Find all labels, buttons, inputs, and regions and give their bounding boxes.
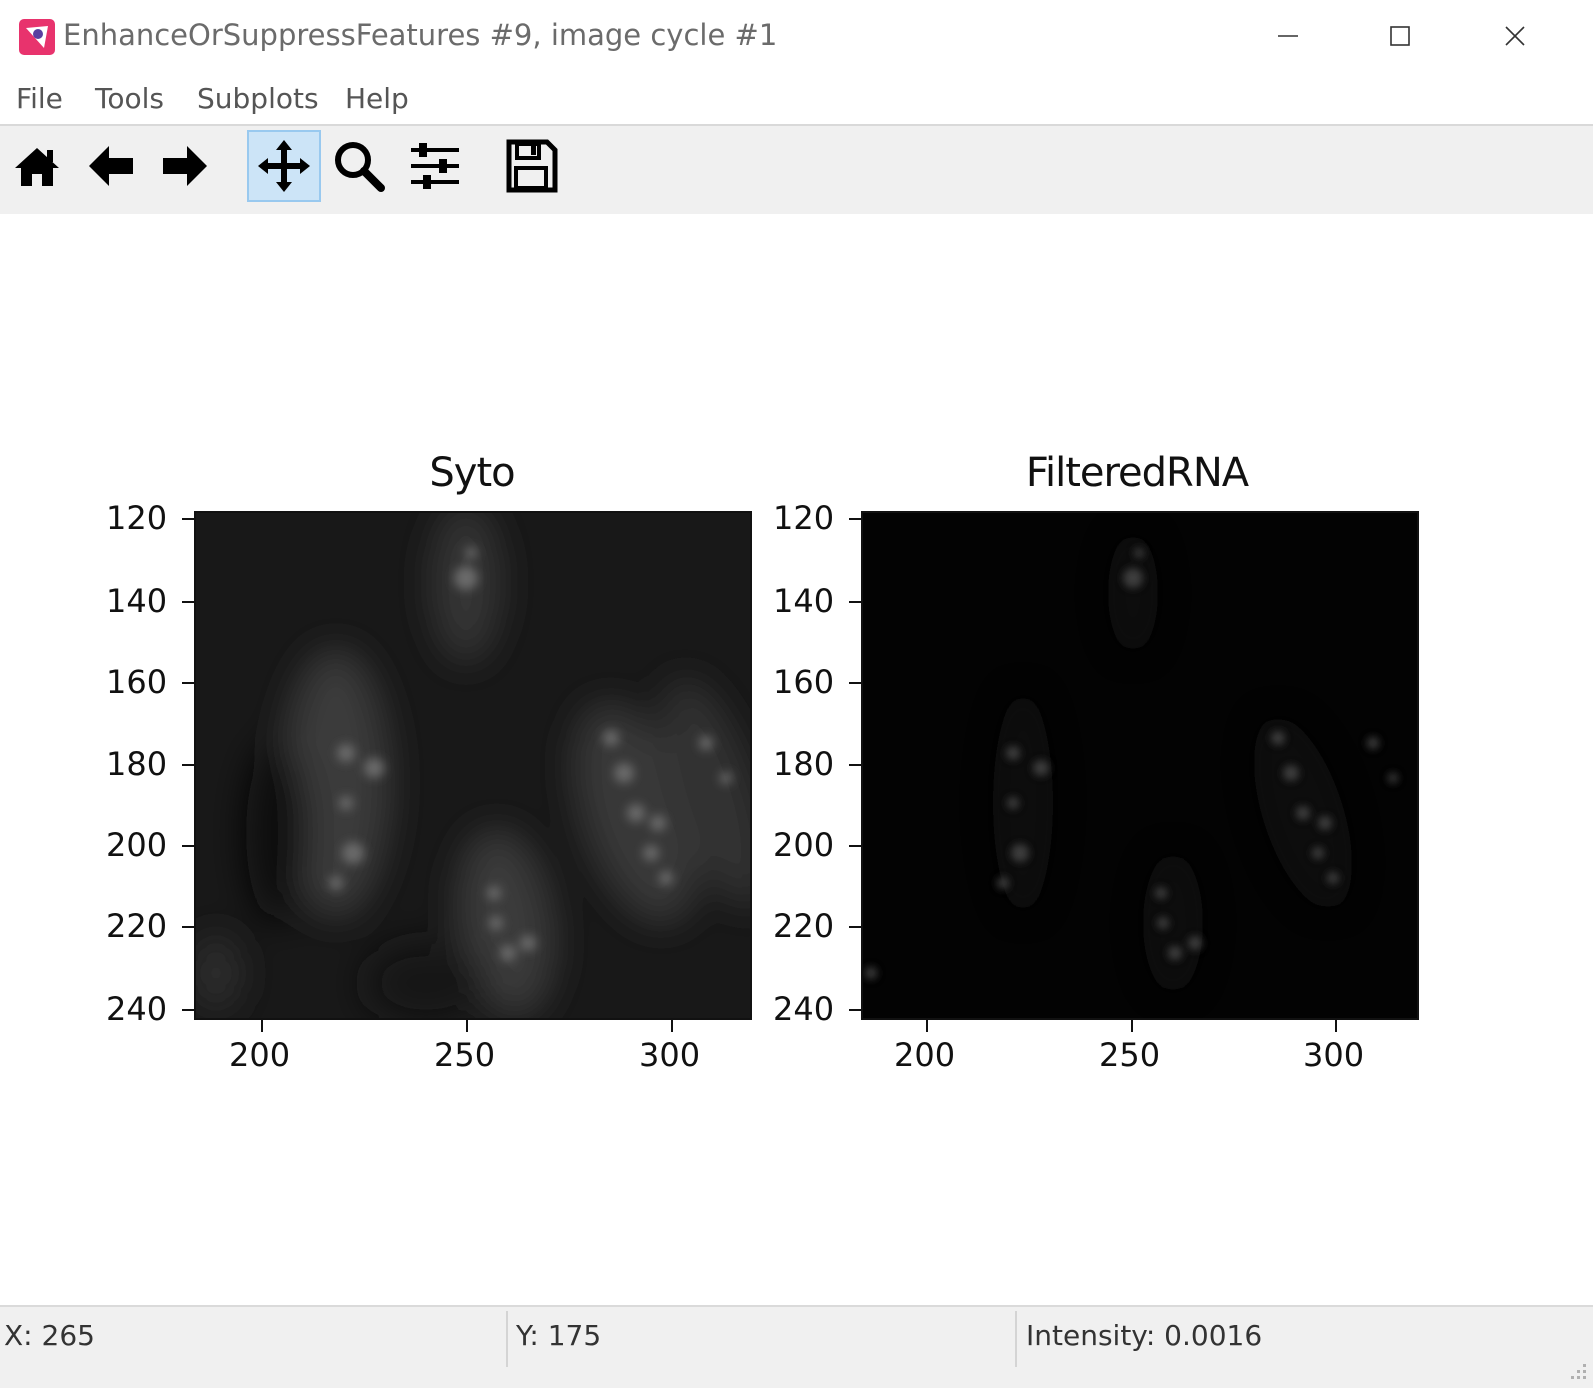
ytick-mark <box>849 1009 861 1011</box>
plot-title-filteredrna: FilteredRNA <box>1025 450 1249 496</box>
pan-button[interactable] <box>247 130 321 202</box>
menu-subplots[interactable]: Subplots <box>197 82 319 115</box>
forward-button[interactable] <box>148 130 222 202</box>
minimize-icon <box>1278 35 1298 37</box>
status-intensity: Intensity: 0.0016 <box>1026 1319 1263 1352</box>
ytick-mark <box>182 845 194 847</box>
window-title: EnhanceOrSuppressFeatures #9, image cycl… <box>63 18 778 52</box>
ytick-label: 180 <box>773 745 835 783</box>
ytick-label: 120 <box>773 499 835 537</box>
ytick-mark <box>182 518 194 520</box>
ytick-label: 220 <box>106 907 168 945</box>
image-axes-filteredrna[interactable] <box>861 511 1419 1020</box>
xtick-mark <box>1335 1020 1337 1032</box>
save-floppy-icon <box>506 139 558 193</box>
ytick-mark <box>849 601 861 603</box>
ytick-label: 200 <box>773 826 835 864</box>
configure-subplots-button[interactable] <box>398 130 472 202</box>
close-button[interactable] <box>1485 14 1545 58</box>
status-y-coordinate: Y: 175 <box>516 1319 602 1352</box>
xtick-label: 300 <box>1303 1036 1365 1074</box>
ytick-mark <box>849 682 861 684</box>
xtick-mark <box>671 1020 673 1032</box>
ytick-label: 120 <box>106 499 168 537</box>
xtick-mark <box>1131 1020 1133 1032</box>
ytick-label: 240 <box>773 990 835 1028</box>
ytick-label: 140 <box>773 582 835 620</box>
menu-help[interactable]: Help <box>345 82 409 115</box>
ytick-label: 160 <box>106 663 168 701</box>
save-button[interactable] <box>494 130 568 202</box>
status-separator <box>506 1311 508 1367</box>
ytick-mark <box>182 926 194 928</box>
xtick-mark <box>926 1020 928 1032</box>
pan-move-icon <box>258 140 310 192</box>
ytick-mark <box>849 926 861 928</box>
resize-grip-icon[interactable] <box>1567 1360 1589 1382</box>
ytick-label: 240 <box>106 990 168 1028</box>
maximize-button[interactable] <box>1370 14 1430 58</box>
ytick-label: 200 <box>106 826 168 864</box>
xtick-mark <box>466 1020 468 1032</box>
syto-image <box>196 513 750 1018</box>
menu-bar: File Tools Subplots Help <box>0 74 1593 124</box>
menu-tools[interactable]: Tools <box>95 82 164 115</box>
image-axes-syto[interactable] <box>194 511 752 1020</box>
home-icon <box>15 148 59 186</box>
ytick-label: 140 <box>106 582 168 620</box>
app-icon <box>18 18 56 56</box>
ytick-mark <box>182 682 194 684</box>
status-bar: X: 265 Y: 175 Intensity: 0.0016 <box>0 1305 1593 1388</box>
xtick-mark <box>261 1020 263 1032</box>
ytick-mark <box>849 845 861 847</box>
status-x-coordinate: X: 265 <box>4 1319 95 1352</box>
ytick-label: 160 <box>773 663 835 701</box>
xtick-label: 250 <box>434 1036 496 1074</box>
ytick-mark <box>182 764 194 766</box>
xtick-label: 300 <box>639 1036 701 1074</box>
ytick-mark <box>182 1009 194 1011</box>
back-arrow-icon <box>89 146 133 186</box>
ytick-mark <box>182 601 194 603</box>
home-button[interactable] <box>0 130 74 202</box>
maximize-icon <box>1390 26 1410 46</box>
zoom-magnifier-icon <box>335 142 385 192</box>
ytick-mark <box>849 764 861 766</box>
menu-file[interactable]: File <box>16 82 63 115</box>
xtick-label: 250 <box>1099 1036 1161 1074</box>
back-button[interactable] <box>74 130 148 202</box>
title-bar: EnhanceOrSuppressFeatures #9, image cycl… <box>0 0 1593 72</box>
plot-title-syto: Syto <box>429 450 515 496</box>
xtick-label: 200 <box>229 1036 291 1074</box>
ytick-label: 180 <box>106 745 168 783</box>
navigation-toolbar <box>0 124 1593 214</box>
status-separator <box>1015 1311 1017 1367</box>
zoom-button[interactable] <box>322 130 396 202</box>
close-icon <box>1505 26 1525 46</box>
ytick-label: 220 <box>773 907 835 945</box>
ytick-mark <box>849 518 861 520</box>
configure-subplots-icon <box>411 143 459 189</box>
forward-arrow-icon <box>163 146 207 186</box>
xtick-label: 200 <box>894 1036 956 1074</box>
filteredrna-image <box>863 513 1417 1018</box>
minimize-button[interactable] <box>1258 14 1318 58</box>
